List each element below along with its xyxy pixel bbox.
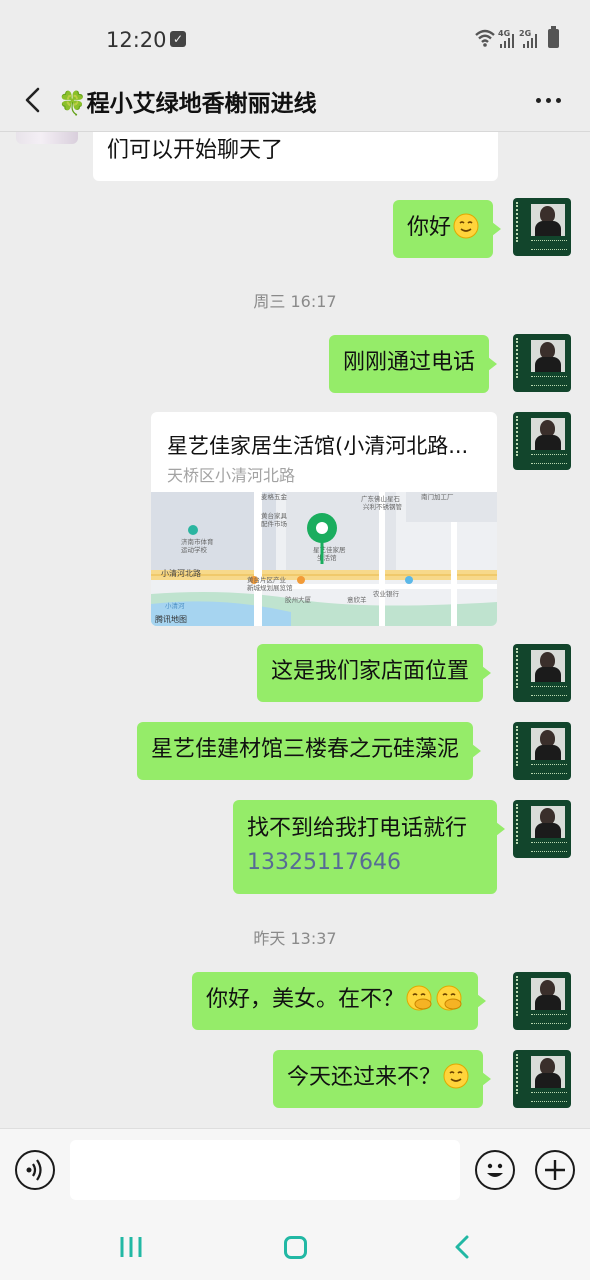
recents-icon[interactable]	[118, 1234, 144, 1260]
chat-area[interactable]: 们可以开始聊天了 你好 周三 16:17 刚刚通过电话 星艺佳家居生活馆(小清河…	[0, 132, 590, 1127]
svg-text:小清河北路: 小清河北路	[161, 568, 201, 578]
message-text: 找不到给我打电话就行	[247, 816, 468, 841]
svg-text:2G: 2G	[519, 29, 531, 38]
my-avatar[interactable]	[513, 334, 571, 392]
svg-text:运动学校: 运动学校	[181, 545, 208, 554]
svg-text:意欣羊: 意欣羊	[347, 595, 367, 604]
hand-over-mouth-emoji-icon	[436, 985, 462, 1011]
svg-text:胶州大厦: 胶州大厦	[285, 595, 312, 604]
timestamp: 周三 16:17	[253, 292, 337, 311]
notification-check-icon: ✓	[170, 31, 186, 47]
svg-text:广东佛山星石: 广东佛山星石	[361, 494, 401, 503]
voice-icon[interactable]	[15, 1150, 55, 1190]
system-nav-bar	[0, 1212, 590, 1280]
phone-number-link[interactable]: 13325117646	[247, 846, 483, 880]
svg-text:兴利不锈钢管: 兴利不锈钢管	[363, 502, 403, 511]
message-text: 这是我们家店面位置	[271, 659, 470, 684]
svg-text:黄台家具: 黄台家具	[261, 511, 288, 520]
message-text: 刚刚通过电话	[343, 350, 476, 375]
sent-message[interactable]: 刚刚通过电话	[329, 335, 498, 393]
chat-title[interactable]: 🍀程小艾绿地香榭丽进线	[58, 84, 317, 118]
smile-emoji-icon	[443, 1063, 469, 1089]
battery-icon	[548, 26, 559, 48]
my-avatar[interactable]	[513, 722, 571, 780]
home-icon[interactable]	[284, 1236, 307, 1259]
svg-text:生活馆: 生活馆	[317, 553, 337, 562]
location-map[interactable]: 麦格五金 广东佛山星石 南门加工厂 兴利不锈钢管 黄台家具 配件市场 济南市体育…	[151, 492, 497, 626]
svg-text:配件市场: 配件市场	[261, 519, 288, 528]
svg-text:农业银行: 农业银行	[373, 589, 400, 598]
svg-text:南门加工厂: 南门加工厂	[421, 492, 454, 501]
message-input[interactable]	[70, 1140, 460, 1200]
my-avatar[interactable]	[513, 800, 571, 858]
received-message[interactable]: 们可以开始聊天了	[93, 132, 498, 181]
sent-message[interactable]: 你好	[393, 200, 502, 258]
input-bar	[0, 1128, 590, 1212]
message-text: 们可以开始聊天了	[107, 138, 284, 163]
chat-header: 🍀程小艾绿地香榭丽进线	[0, 76, 590, 134]
sent-message[interactable]: 这是我们家店面位置	[257, 644, 492, 702]
my-avatar[interactable]	[513, 972, 571, 1030]
smiley-face-icon	[487, 1163, 503, 1177]
emoji-icon[interactable]	[475, 1150, 515, 1190]
smile-emoji-icon	[453, 213, 479, 239]
my-avatar[interactable]	[513, 412, 571, 470]
my-avatar[interactable]	[513, 198, 571, 256]
location-message-card[interactable]: 星艺佳家居生活馆(小清河北路... 天桥区小清河北路 麦格五金 广东佛山星石 南…	[151, 412, 497, 626]
sent-message[interactable]: 今天还过来不？	[273, 1050, 492, 1108]
sent-message[interactable]: 星艺佳建材馆三楼春之元硅藻泥	[137, 722, 482, 780]
svg-text:济南市体育: 济南市体育	[181, 537, 214, 546]
timestamp: 昨天 13:37	[253, 929, 337, 948]
message-text: 今天还过来不？	[287, 1065, 442, 1090]
svg-text:星艺佳家居: 星艺佳家居	[313, 545, 346, 554]
plus-sign-icon	[545, 1160, 565, 1180]
my-avatar[interactable]	[513, 1050, 571, 1108]
svg-text:麦格五金: 麦格五金	[261, 492, 288, 501]
contact-avatar[interactable]	[16, 132, 78, 144]
svg-text:小清河: 小清河	[165, 601, 185, 610]
sent-message[interactable]: 你好，美女。在不？	[192, 972, 487, 1030]
location-address: 天桥区小清河北路	[167, 466, 296, 485]
message-text: 你好	[407, 215, 452, 240]
sent-message[interactable]: 找不到给我打电话就行 13325117646	[233, 800, 505, 894]
my-avatar[interactable]	[513, 644, 571, 702]
message-text: 你好，美女。在不？	[206, 987, 405, 1012]
back-icon[interactable]	[452, 1234, 474, 1260]
status-bar: 12:20 ✓ 4G 2G	[0, 0, 590, 76]
signal-4g-icon: 4G	[498, 29, 514, 48]
more-dots-icon[interactable]	[528, 86, 568, 116]
chevron-left-icon[interactable]	[14, 80, 54, 120]
status-time: 12:20	[106, 28, 167, 52]
svg-text:腾讯地图: 腾讯地图	[155, 614, 187, 624]
svg-text:黄台片区产业: 黄台片区产业	[247, 575, 287, 584]
plus-icon[interactable]	[535, 1150, 575, 1190]
wifi-icon	[475, 29, 495, 47]
message-text: 星艺佳建材馆三楼春之元硅藻泥	[151, 737, 460, 762]
svg-text:4G: 4G	[498, 29, 510, 38]
voice-wave-icon	[26, 1159, 42, 1181]
hand-over-mouth-emoji-icon	[406, 985, 432, 1011]
signal-2g-icon: 2G	[519, 29, 537, 48]
svg-text:新城规划展览馆: 新城规划展览馆	[247, 583, 293, 592]
location-title: 星艺佳家居生活馆(小清河北路...	[167, 434, 469, 458]
